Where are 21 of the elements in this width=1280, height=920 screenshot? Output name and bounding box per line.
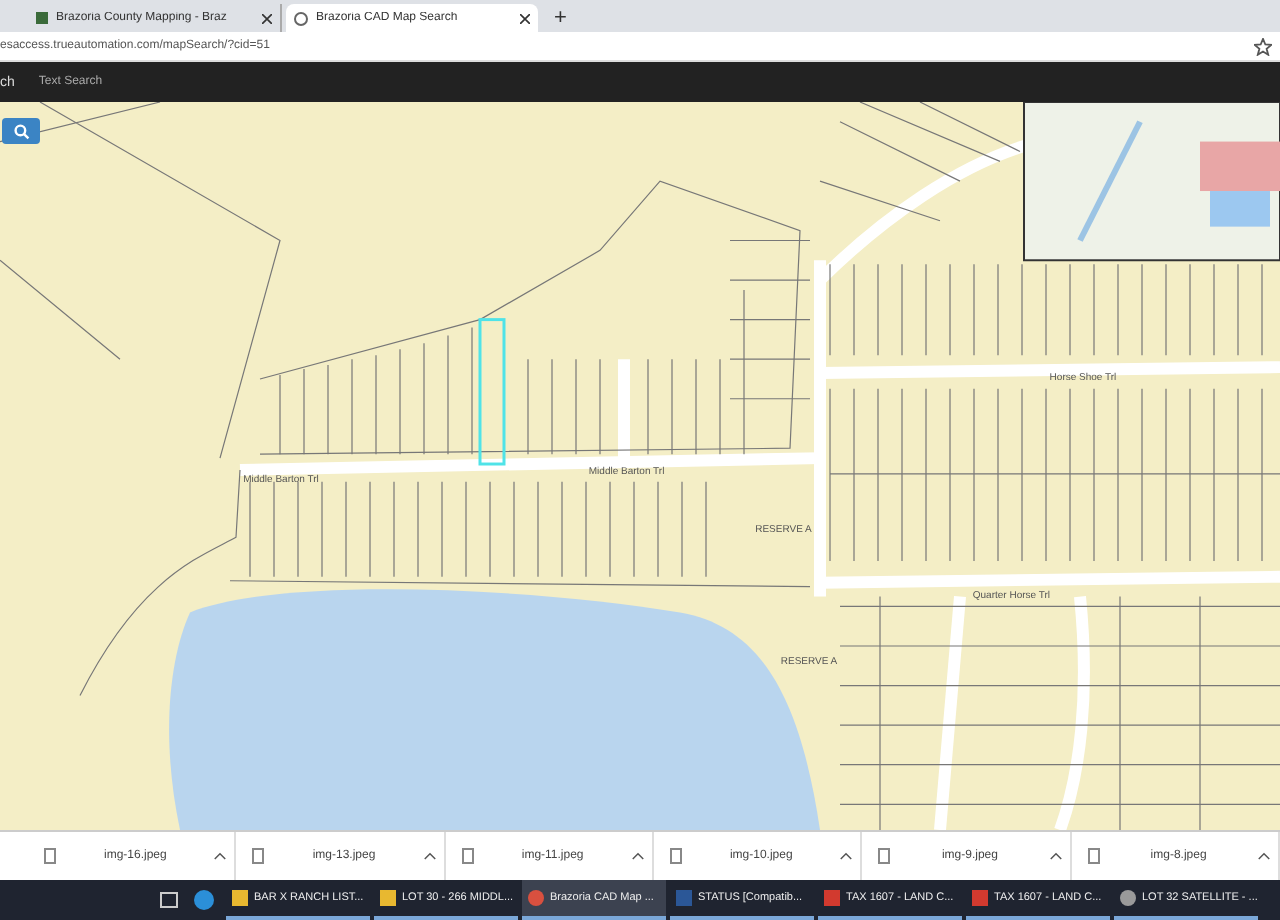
globe-icon [294,11,308,25]
caret-icon[interactable] [1257,852,1270,860]
file-icon [461,848,474,864]
file-icon [669,848,682,864]
tab-close-button[interactable] [262,13,272,23]
search-button[interactable] [2,118,40,144]
task-view-icon[interactable] [160,892,178,908]
bookmark-star-icon[interactable] [1254,37,1272,55]
file-icon [878,848,891,864]
caret-icon[interactable] [631,852,644,860]
file-icon [1087,848,1100,864]
caret-icon[interactable] [423,852,436,860]
tab-close-button[interactable] [520,13,530,23]
file-icon [44,848,56,864]
site-icon [36,12,48,24]
new-tab-button[interactable]: + [542,4,579,32]
search-icon [13,123,29,139]
caret-icon[interactable] [214,852,227,860]
file-icon [252,848,265,864]
caret-icon[interactable] [1049,852,1062,860]
caret-icon[interactable] [840,852,853,860]
